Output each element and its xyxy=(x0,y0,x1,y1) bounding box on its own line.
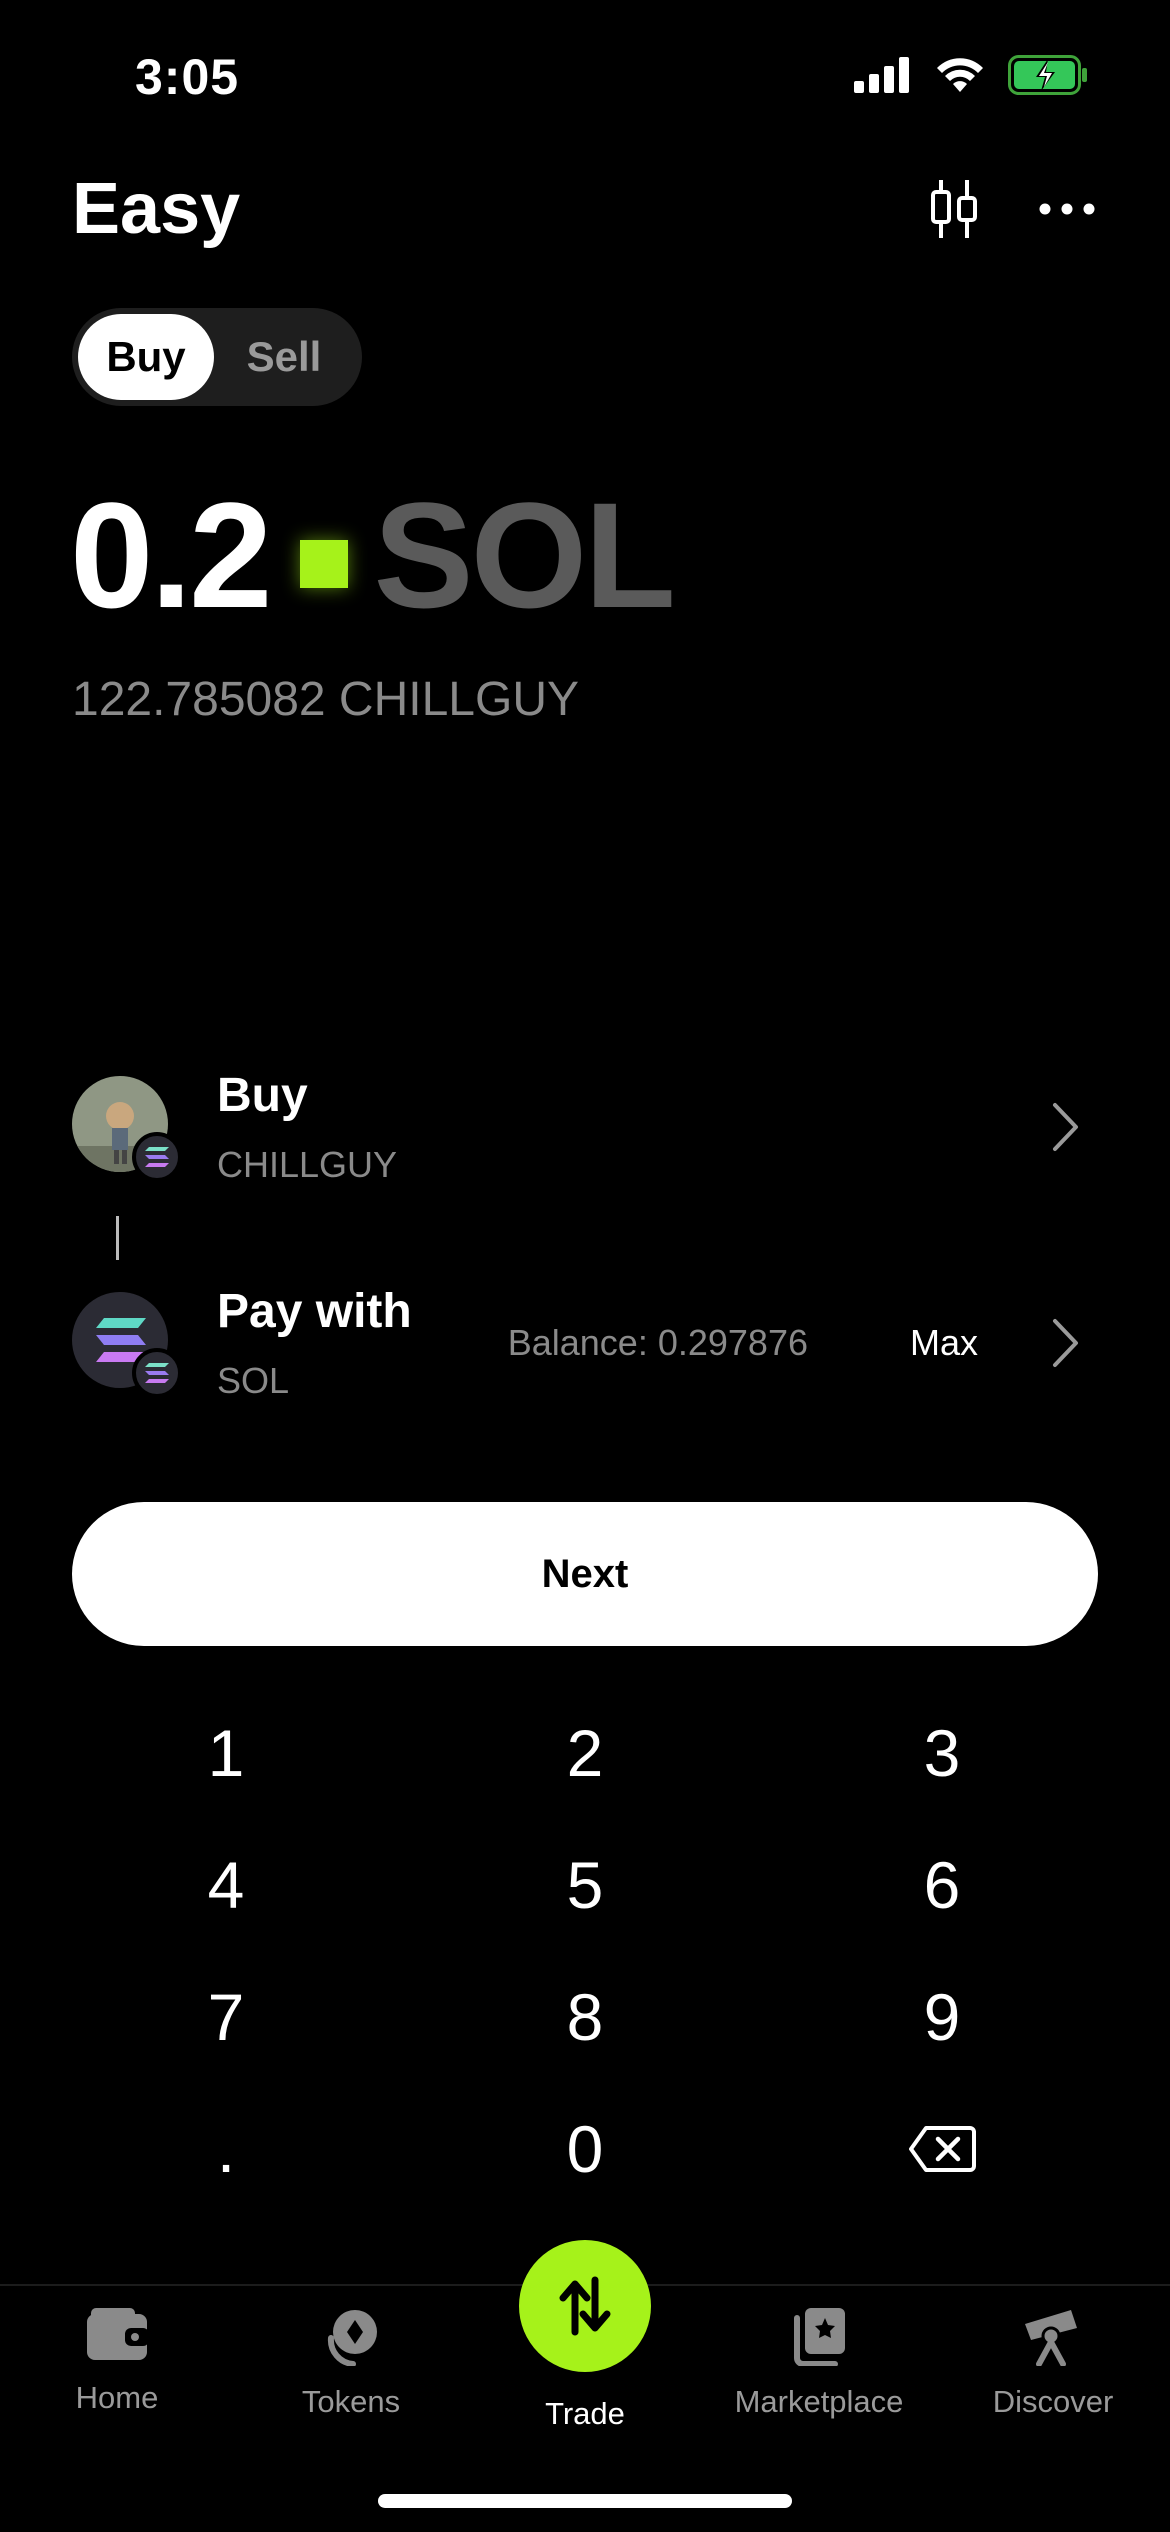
next-button[interactable]: Next xyxy=(72,1502,1098,1646)
key-2[interactable]: 2 xyxy=(485,1698,685,1808)
key-decimal[interactable]: . xyxy=(126,2094,326,2204)
trade-screen: 3:05 Easy Buy Sell 0.2 SOL 122.785082 CH… xyxy=(0,0,1170,2532)
pay-with-label: Pay with xyxy=(217,1285,412,1338)
amount-unit: SOL xyxy=(373,470,676,639)
key-5[interactable]: 5 xyxy=(485,1830,685,1940)
key-6[interactable]: 6 xyxy=(842,1830,1042,1940)
key-3[interactable]: 3 xyxy=(842,1698,1042,1808)
swap-icon xyxy=(559,2276,611,2336)
wallet-icon xyxy=(87,2308,149,2360)
tab-label: Tokens xyxy=(301,2384,401,2419)
key-1[interactable]: 1 xyxy=(126,1698,326,1808)
marketplace-icon xyxy=(794,2308,845,2366)
solana-chain-badge xyxy=(132,1132,182,1182)
tab-label: Discover xyxy=(992,2384,1114,2419)
status-time: 3:05 xyxy=(135,49,240,105)
battery-charging-icon xyxy=(1008,55,1087,95)
wifi-icon xyxy=(937,58,983,92)
pay-with-row[interactable]: Pay with SOL Balance: 0.297876 Max xyxy=(72,1285,1098,1402)
balance-text: Balance: 0.297876 xyxy=(507,1322,808,1363)
buy-row-label: Buy xyxy=(217,1069,308,1122)
max-button[interactable]: Max xyxy=(910,1322,978,1364)
page-title: Easy xyxy=(72,169,241,249)
tab-label: Trade xyxy=(545,2396,625,2431)
status-icons xyxy=(854,55,1090,95)
header-actions xyxy=(929,178,1095,240)
home-indicator xyxy=(378,2494,792,2508)
tokens-icon xyxy=(327,2310,377,2366)
candlestick-icon[interactable] xyxy=(929,178,979,240)
row-connector-line xyxy=(116,1216,119,1260)
amount-value: 0.2 xyxy=(70,470,273,639)
backspace-icon xyxy=(909,2126,976,2172)
sell-tab[interactable]: Sell xyxy=(214,314,354,400)
key-8[interactable]: 8 xyxy=(485,1962,685,2072)
tab-label: Home xyxy=(75,2380,159,2415)
key-7[interactable]: 7 xyxy=(126,1962,326,2072)
key-4[interactable]: 4 xyxy=(126,1830,326,1940)
tab-discover[interactable]: Discover xyxy=(936,2306,1170,2420)
trade-button[interactable] xyxy=(519,2240,651,2372)
buy-tab[interactable]: Buy xyxy=(78,314,214,400)
tab-tokens[interactable]: Tokens xyxy=(234,2306,468,2420)
tab-home[interactable]: Home xyxy=(0,2306,234,2416)
amount-display: 0.2 SOL xyxy=(70,470,676,640)
pay-with-token: SOL xyxy=(217,1360,290,1401)
key-backspace[interactable] xyxy=(842,2094,1042,2204)
chevron-right-icon xyxy=(1053,1319,1078,1367)
buy-token-row[interactable]: Buy CHILLGUY xyxy=(72,1069,1098,1186)
buy-sell-toggle: Buy Sell xyxy=(72,308,362,406)
solana-chain-badge xyxy=(132,1348,182,1398)
converted-amount: 122.785082 CHILLGUY xyxy=(72,673,579,726)
telescope-icon xyxy=(1025,2310,1077,2366)
tab-marketplace[interactable]: Marketplace xyxy=(702,2306,936,2420)
tab-label: Marketplace xyxy=(734,2384,904,2419)
more-icon[interactable] xyxy=(1039,203,1095,215)
input-cursor xyxy=(299,540,348,588)
buy-row-token: CHILLGUY xyxy=(217,1144,398,1185)
key-9[interactable]: 9 xyxy=(842,1962,1042,2072)
chevron-right-icon xyxy=(1053,1103,1078,1151)
cellular-signal-icon xyxy=(854,57,909,93)
key-0[interactable]: 0 xyxy=(485,2094,685,2204)
